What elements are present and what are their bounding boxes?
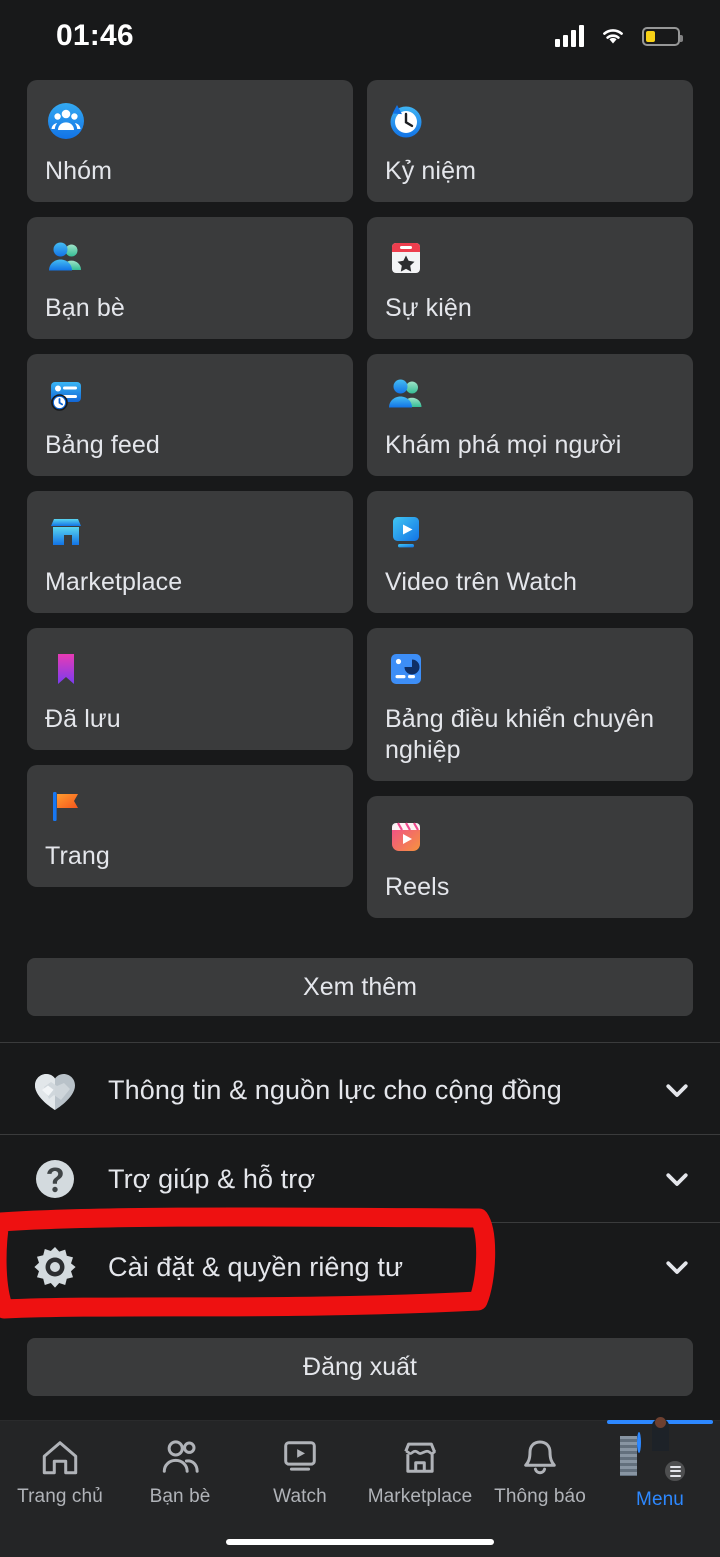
battery-low-icon [642, 26, 683, 46]
facebook-menu-screen: 01:46 Nhóm Bạn bè Bảng feed Marketplace … [0, 0, 720, 1557]
tab-friends[interactable]: Bạn bè [120, 1421, 240, 1531]
avatar [620, 1417, 669, 1476]
chevron-down-icon[interactable] [662, 1075, 692, 1105]
tab-watch[interactable]: Watch [240, 1421, 360, 1531]
shortcuts-left-column: Nhóm Bạn bè Bảng feed Marketplace Đã lưu… [27, 80, 353, 918]
see-more-button[interactable]: Xem thêm [27, 958, 693, 1016]
bell-icon [524, 1440, 556, 1475]
shortcut-label: Khám phá mọi người [385, 431, 622, 459]
handshake-heart-icon [28, 1063, 82, 1117]
shortcut-tile-marketplace[interactable]: Marketplace [27, 491, 353, 613]
shortcut-label: Reels [385, 873, 450, 901]
tab-label: Bạn bè [149, 1486, 211, 1507]
professional-dashboard-icon [385, 648, 427, 690]
groups-icon [45, 100, 87, 142]
list-row-label: Thông tin & nguồn lực cho cộng đồng [108, 1074, 562, 1105]
home-icon [42, 1441, 78, 1475]
shortcut-tile-feeds[interactable]: Bảng feed [27, 354, 353, 476]
watch-icon [284, 1441, 316, 1471]
memories-clock-icon [385, 100, 427, 142]
tab-label: Marketplace [367, 1486, 473, 1507]
shortcut-label: Bạn bè [45, 294, 125, 322]
shortcut-label: Nhóm [45, 157, 113, 185]
marketplace-icon [45, 511, 87, 553]
saved-bookmark-icon [45, 648, 87, 690]
tab-marketplace[interactable]: Marketplace [360, 1421, 480, 1531]
shortcut-label: Đã lưu [45, 705, 121, 733]
shortcut-tile-friends[interactable]: Bạn bè [27, 217, 353, 339]
status-bar-clock: 01:46 [56, 19, 134, 52]
shortcut-tile-memories[interactable]: Kỷ niệm [367, 80, 693, 202]
wifi-icon [603, 29, 623, 44]
chevron-down-icon[interactable] [662, 1164, 692, 1194]
shortcuts-right-column: Kỷ niệm Sự kiện Khám phá mọi người Video… [367, 80, 693, 918]
shortcut-tile-professional-dashboard[interactable]: Bảng điều khiển chuyên nghiệp [367, 628, 693, 781]
shortcut-label: Sự kiện [385, 294, 472, 322]
watch-video-icon [385, 511, 427, 553]
shortcut-label: Marketplace [45, 568, 183, 596]
status-bar-indicators [555, 25, 683, 47]
shortcut-label: Bảng feed [45, 431, 160, 459]
tab-home[interactable]: Trang chủ [0, 1421, 120, 1531]
friends-icon [45, 237, 87, 279]
tab-menu[interactable]: Menu [600, 1417, 720, 1531]
logout-button[interactable]: Đăng xuất [27, 1338, 693, 1396]
shortcut-label: Bảng điều khiển chuyên nghiệp [385, 705, 655, 764]
section-divider [0, 1042, 720, 1043]
tab-label: Trang chủ [17, 1486, 103, 1507]
help-question-icon [28, 1152, 82, 1206]
list-row-community-resources[interactable]: Thông tin & nguồn lực cho cộng đồng [0, 1046, 720, 1134]
shortcut-tile-discover-people[interactable]: Khám phá mọi người [367, 354, 693, 476]
list-row-label: Cài đặt & quyền riêng tư [108, 1251, 404, 1282]
tab-notifications[interactable]: Thông báo [480, 1421, 600, 1531]
shortcut-label: Kỷ niệm [385, 157, 477, 185]
chevron-down-icon[interactable] [662, 1252, 692, 1282]
home-indicator [226, 1539, 494, 1545]
shortcut-label: Video trên Watch [385, 568, 577, 596]
tab-label: Thông báo [494, 1486, 586, 1507]
settings-gear-icon [28, 1240, 82, 1294]
list-row-label: Trợ giúp & hỗ trợ [108, 1163, 316, 1194]
shortcut-label: Trang [45, 842, 110, 870]
hamburger-badge-icon [663, 1459, 687, 1483]
pages-flag-icon [45, 785, 87, 827]
marketplace-icon [404, 1442, 436, 1473]
shortcuts-grid: Nhóm Bạn bè Bảng feed Marketplace Đã lưu… [27, 80, 693, 918]
shortcut-tile-watch[interactable]: Video trên Watch [367, 491, 693, 613]
status-bar: 01:46 [0, 0, 720, 72]
feeds-icon [45, 374, 87, 416]
shortcut-tile-pages[interactable]: Trang [27, 765, 353, 887]
bottom-tab-bar: Trang chủ Bạn bè Watch Marketplace Thông… [0, 1417, 720, 1557]
tab-label: Menu [636, 1489, 684, 1510]
list-row-help-support[interactable]: Trợ giúp & hỗ trợ [0, 1135, 720, 1223]
tab-label: Watch [273, 1486, 327, 1507]
shortcut-tile-events[interactable]: Sự kiện [367, 217, 693, 339]
cellular-signal-icon [555, 25, 584, 47]
profile-avatar-menu-icon [620, 1417, 687, 1483]
list-row-settings-privacy[interactable]: Cài đặt & quyền riêng tư [0, 1223, 720, 1311]
friends-icon [162, 1440, 199, 1473]
shortcut-tile-groups[interactable]: Nhóm [27, 80, 353, 202]
shortcut-tile-reels[interactable]: Reels [367, 796, 693, 918]
events-calendar-icon [385, 237, 427, 279]
shortcut-tile-saved[interactable]: Đã lưu [27, 628, 353, 750]
discover-people-icon [385, 374, 427, 416]
reels-icon [385, 816, 427, 858]
